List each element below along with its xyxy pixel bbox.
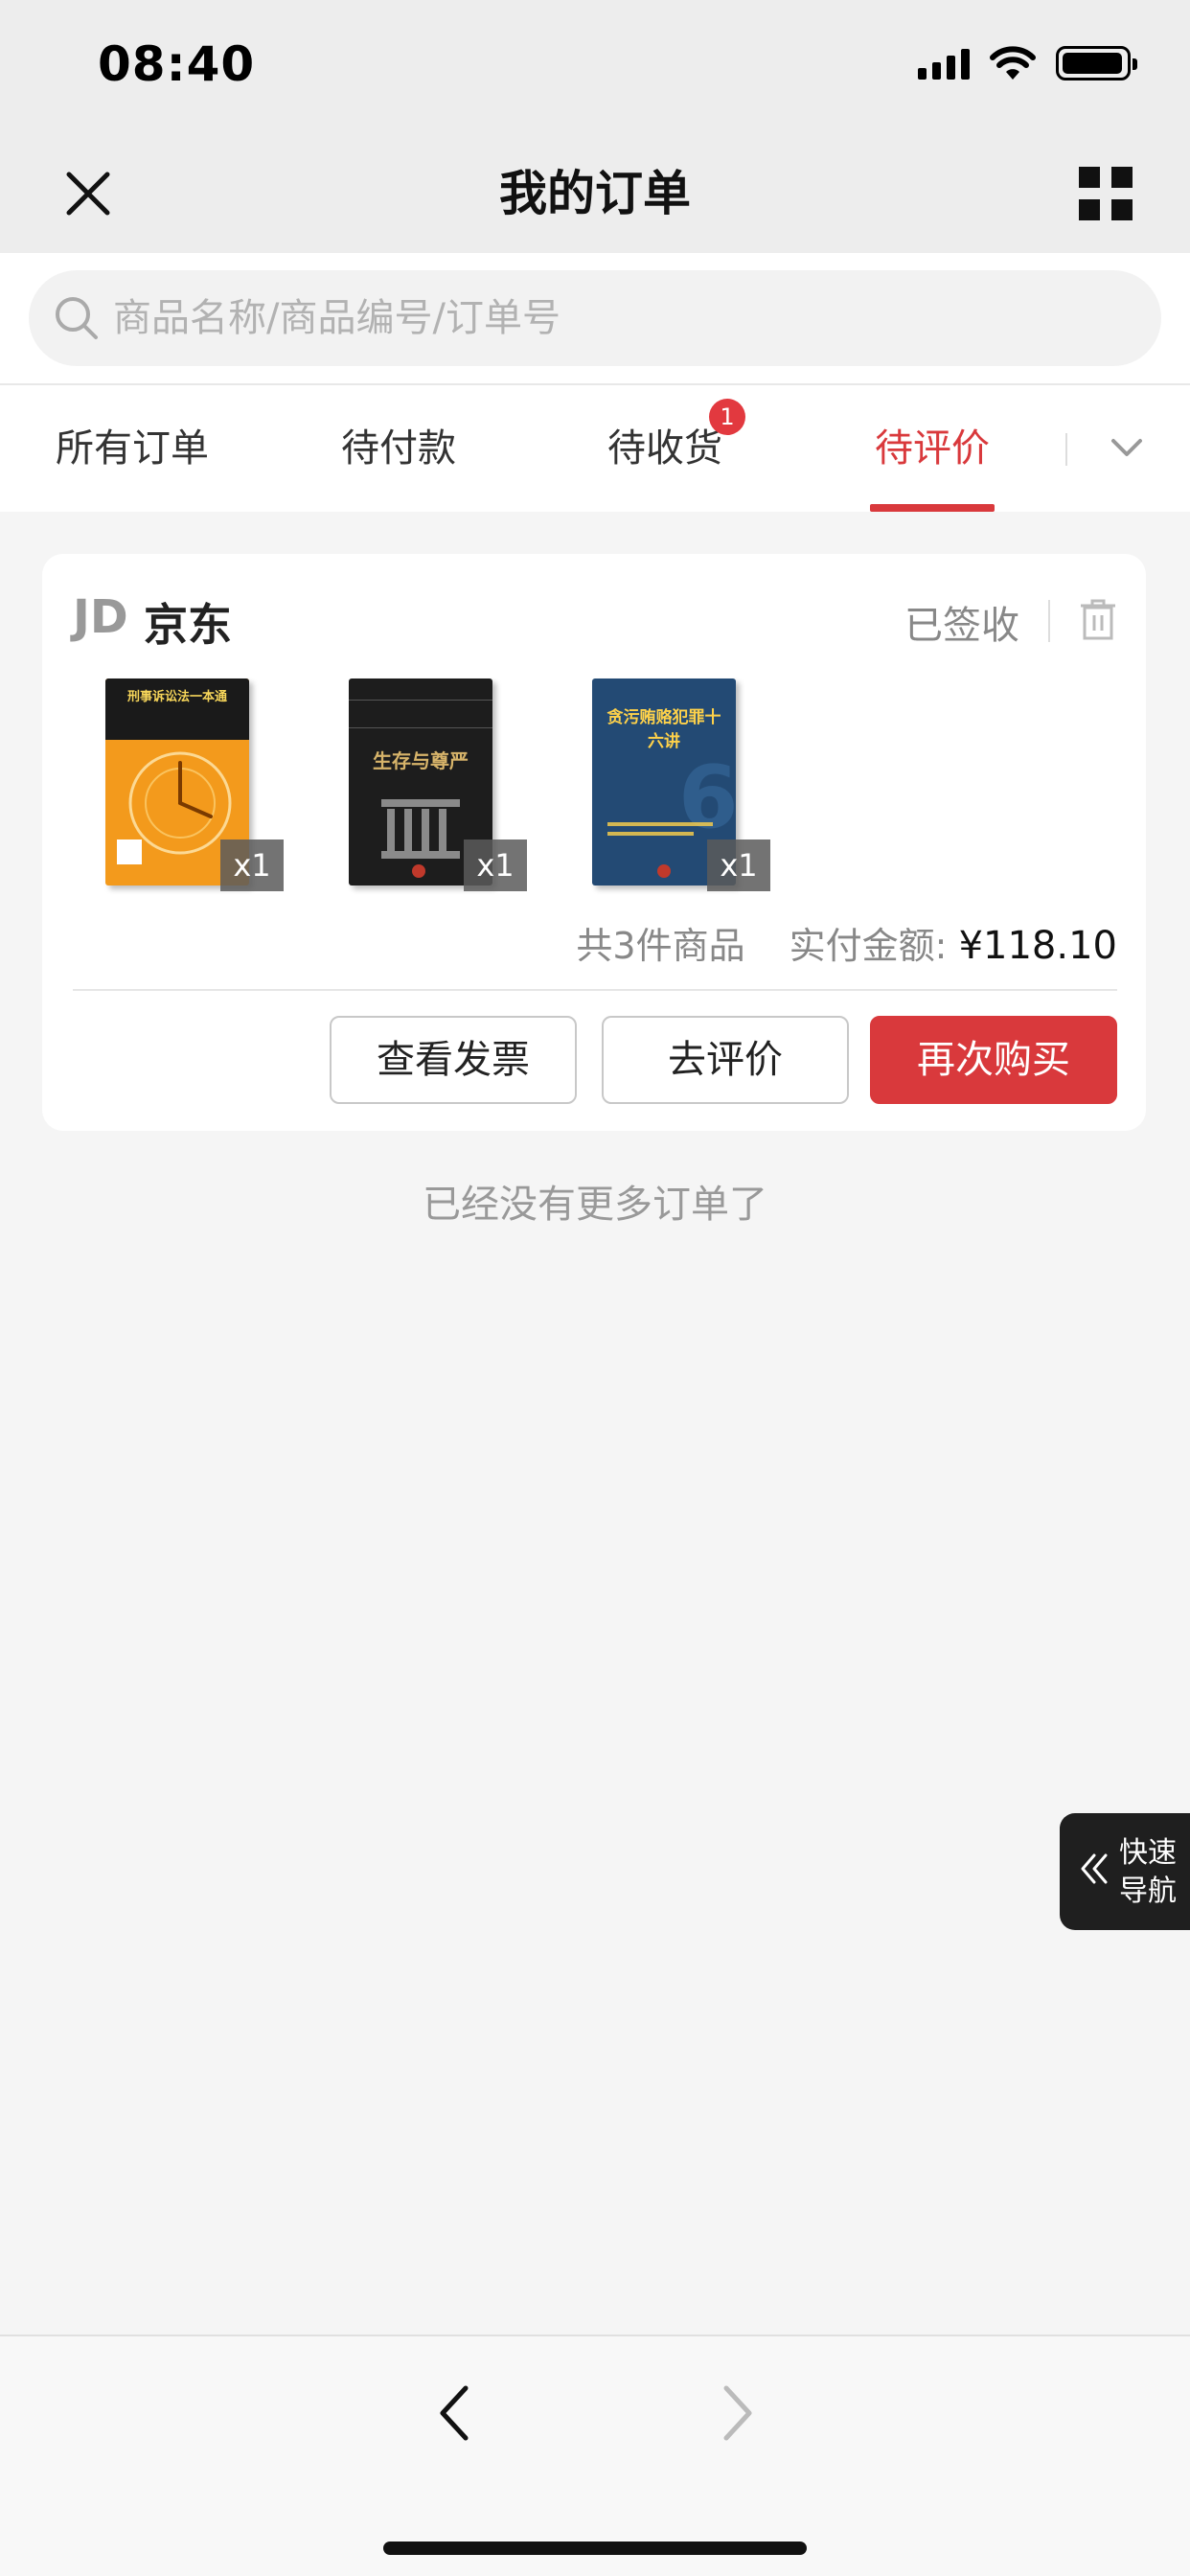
item-count: 共3件商品 bbox=[576, 925, 745, 967]
double-chevron-left-icon bbox=[1081, 1853, 1108, 1884]
active-tab-indicator bbox=[870, 504, 995, 512]
home-indicator bbox=[383, 2542, 807, 2555]
view-invoice-button[interactable]: 查看发票 bbox=[330, 1016, 577, 1104]
order-summary: 共3件商品 实付金额: ¥118.10 bbox=[576, 916, 1117, 969]
quick-nav-button[interactable]: 快速 导航 bbox=[1060, 1813, 1190, 1930]
quantity-badge: x1 bbox=[220, 840, 284, 891]
no-more-orders-text: 已经没有更多订单了 bbox=[423, 1183, 767, 1227]
product-item[interactable]: 刑事诉讼法一本通 x1 bbox=[96, 673, 284, 891]
grid-menu-icon[interactable] bbox=[1075, 163, 1136, 224]
shop-name[interactable]: 京东 bbox=[144, 590, 232, 654]
quantity-badge: x1 bbox=[707, 840, 770, 891]
tab-badge: 1 bbox=[709, 399, 745, 435]
product-cover-title: 刑事诉讼法一本通 bbox=[126, 690, 227, 704]
forward-arrow-icon[interactable] bbox=[711, 2379, 765, 2448]
quick-nav-line2: 导航 bbox=[1119, 1874, 1177, 1908]
tab-label: 待评价 bbox=[875, 426, 990, 471]
order-tabs: 所有订单 待付款 待收货 1 待评价 bbox=[0, 383, 1190, 512]
tab-pending-receipt[interactable]: 待收货 1 bbox=[604, 385, 745, 512]
search-bar bbox=[0, 253, 1190, 383]
tab-all-orders[interactable]: 所有订单 bbox=[50, 385, 215, 512]
browser-bottom-bar bbox=[0, 2334, 1190, 2576]
order-status: 已签收 bbox=[904, 604, 1019, 648]
back-arrow-icon[interactable] bbox=[427, 2379, 481, 2448]
tab-label: 待收货 bbox=[607, 426, 722, 471]
order-card[interactable]: JD 京东 已签收 刑事诉讼法一本通 x1 生存与尊严 x1 贪污贿赂犯罪十六讲… bbox=[42, 554, 1146, 1131]
search-input[interactable] bbox=[113, 270, 1129, 366]
trash-icon[interactable] bbox=[1077, 596, 1119, 642]
status-time: 08:40 bbox=[98, 36, 256, 92]
status-bar: 08:40 bbox=[0, 0, 1190, 134]
tab-label: 待付款 bbox=[341, 426, 456, 471]
tab-divider bbox=[1065, 433, 1067, 466]
jd-logo: JD bbox=[73, 590, 128, 644]
search-box[interactable] bbox=[29, 270, 1161, 366]
paid-amount: ¥118.10 bbox=[958, 924, 1117, 968]
status-icons bbox=[918, 44, 1137, 82]
tab-pending-payment[interactable]: 待付款 bbox=[337, 385, 460, 512]
tab-pending-review[interactable]: 待评价 bbox=[870, 385, 995, 512]
review-button[interactable]: 去评价 bbox=[602, 1016, 849, 1104]
product-cover-title: 生存与尊严 bbox=[373, 749, 469, 772]
quick-nav-line1: 快速 bbox=[1119, 1836, 1177, 1870]
product-cover-title: 贪污贿赂犯罪十六讲 bbox=[606, 708, 721, 751]
chevron-down-icon[interactable] bbox=[1106, 426, 1148, 468]
product-item[interactable]: 贪污贿赂犯罪十六讲 6 x1 bbox=[583, 673, 770, 891]
status-separator bbox=[1048, 600, 1050, 642]
battery-icon bbox=[1056, 46, 1137, 80]
product-item[interactable]: 生存与尊严 x1 bbox=[339, 673, 527, 891]
quick-nav-label: 快速 导航 bbox=[1119, 1834, 1186, 1911]
search-icon bbox=[56, 297, 98, 339]
quantity-badge: x1 bbox=[464, 840, 527, 891]
wifi-icon bbox=[990, 46, 1036, 80]
paid-label: 实付金额: bbox=[789, 925, 948, 967]
card-divider bbox=[73, 989, 1117, 991]
tab-label: 所有订单 bbox=[56, 426, 209, 471]
cellular-signal-icon bbox=[918, 47, 970, 80]
page-title: 我的订单 bbox=[499, 166, 691, 221]
rebuy-button[interactable]: 再次购买 bbox=[870, 1016, 1117, 1104]
nav-bar: 我的订单 bbox=[0, 134, 1190, 253]
